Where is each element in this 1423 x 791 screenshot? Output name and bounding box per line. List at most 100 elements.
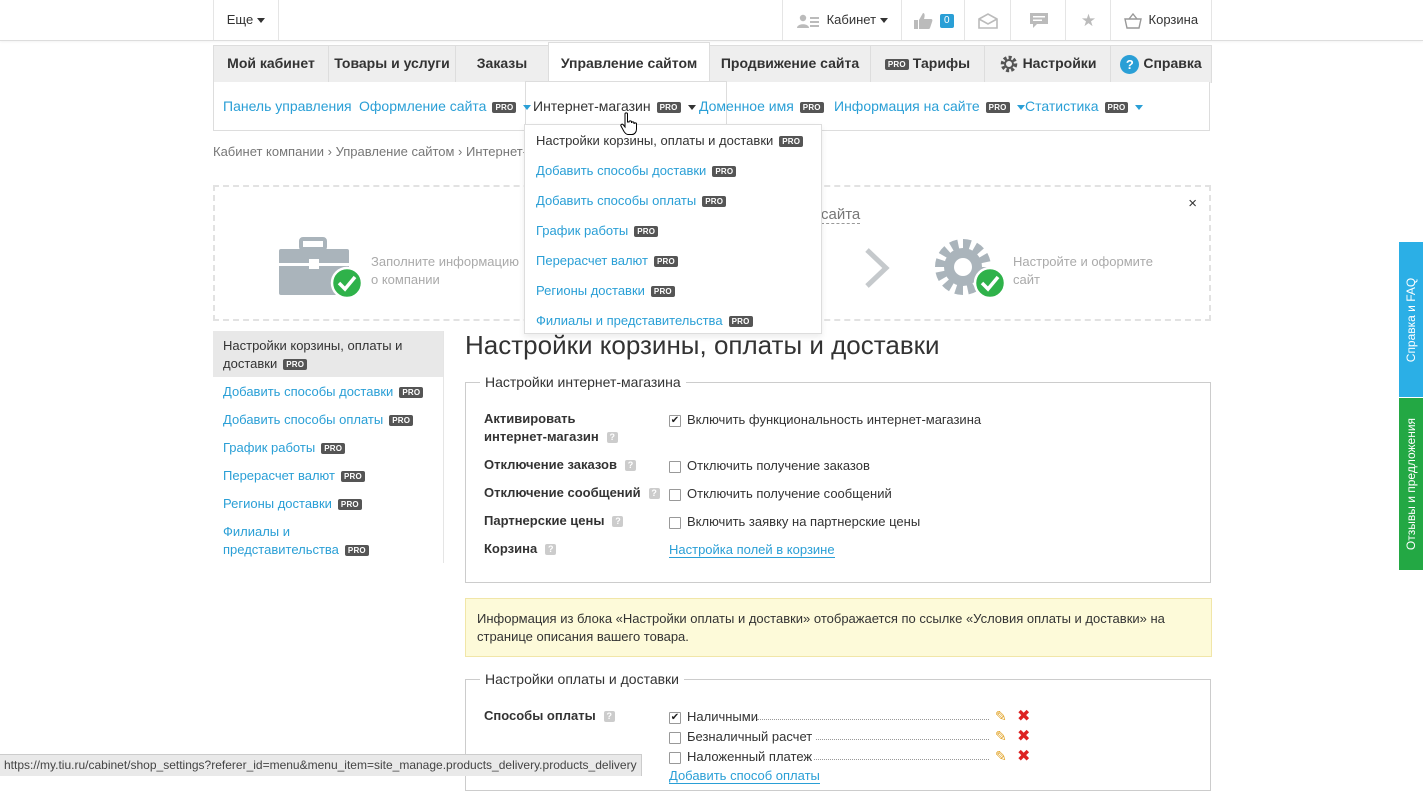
- cart-fields-link[interactable]: Настройка полей в корзине: [669, 542, 835, 558]
- edit-icon[interactable]: ✎: [995, 728, 1007, 745]
- breadcrumb[interactable]: Кабинет компании › Управление сайтом › И…: [213, 144, 536, 159]
- add-payment-link-text[interactable]: Добавить способ оплаты: [669, 768, 820, 784]
- subnav-label: Панель управления: [223, 98, 352, 114]
- cart-fields-link-text[interactable]: Настройка полей в корзине: [669, 542, 835, 558]
- partner-prices-option[interactable]: Включить заявку на партнерские цены: [669, 514, 920, 529]
- payment-method-row[interactable]: ✔ Наличными ✎ ✖: [669, 708, 1030, 725]
- sidebar-item-cart-settings[interactable]: Настройки корзины, оплаты и доставки PRO: [223, 337, 433, 373]
- checkbox[interactable]: [669, 488, 681, 501]
- checkbox[interactable]: [669, 751, 681, 764]
- help-icon[interactable]: ?: [545, 544, 557, 556]
- dropdown-item-add-delivery[interactable]: Добавить способы доставки PRO: [536, 163, 737, 178]
- more-menu-button[interactable]: Еще: [213, 0, 279, 40]
- subnav-online-store[interactable]: Интернет-магазин PRO: [533, 98, 696, 114]
- fieldset-legend: Настройки интернет-магазина: [480, 374, 686, 390]
- checkbox[interactable]: [669, 460, 681, 473]
- cart-button[interactable]: Корзина: [1110, 0, 1212, 40]
- subnav-site-info[interactable]: Информация на сайте PRO: [834, 98, 1025, 114]
- pro-badge: PRO: [799, 101, 824, 113]
- payment-method-row[interactable]: Наложенный платеж ✎ ✖: [669, 748, 1030, 765]
- dropdown-item-label: Регионы доставки: [536, 283, 645, 298]
- dropdown-item-schedule[interactable]: График работы PRO: [536, 223, 659, 238]
- tab-orders[interactable]: Заказы: [456, 46, 549, 83]
- likes-button[interactable]: 0: [901, 0, 965, 40]
- help-icon[interactable]: ?: [624, 460, 636, 472]
- help-icon[interactable]: ?: [612, 516, 624, 528]
- feedback-side-tab[interactable]: Отзывы и предложения: [1399, 398, 1423, 570]
- dropdown-item-regions[interactable]: Регионы доставки PRO: [536, 283, 675, 298]
- dropdown-item-cart-settings[interactable]: Настройки корзины, оплаты и доставки PRO: [536, 133, 804, 148]
- tab-label: Мой кабинет: [227, 55, 315, 71]
- checkbox-checked[interactable]: ✔: [669, 414, 681, 427]
- main-tabs: Мой кабинет Товары и услуги Заказы Управ…: [213, 42, 1212, 85]
- help-icon[interactable]: ?: [648, 488, 660, 500]
- mail-button[interactable]: [964, 0, 1011, 40]
- disable-orders-option[interactable]: Отключить получение заказов: [669, 458, 870, 473]
- sidebar-item-add-delivery[interactable]: Добавить способы доставки PRO: [223, 383, 433, 401]
- setting-label-text: Корзина: [484, 541, 538, 556]
- tab-tariffs[interactable]: PRO Тарифы: [871, 46, 985, 83]
- setting-label-text: Отключение заказов: [484, 457, 617, 472]
- sidebar-item-regions[interactable]: Регионы доставки PRO: [223, 495, 433, 513]
- favorites-button[interactable]: ★: [1065, 0, 1111, 40]
- step-company-info[interactable]: Заполните информацию о компании: [371, 253, 521, 289]
- pro-badge: PRO: [340, 471, 365, 483]
- dropdown-item-label: Добавить способы доставки: [536, 163, 707, 178]
- subnav-label: Информация на сайте: [834, 98, 980, 114]
- more-menu-label: Еще: [226, 12, 254, 27]
- tab-help[interactable]: ? Справка: [1111, 46, 1211, 83]
- banner-title[interactable]: сайта: [821, 206, 861, 224]
- user-icon: [796, 14, 819, 28]
- pro-badge: PRO: [985, 101, 1010, 113]
- option-text: Включить функциональность интернет-магаз…: [687, 412, 982, 427]
- edit-icon[interactable]: ✎: [995, 708, 1007, 725]
- sidebar-item-label: График работы: [223, 440, 316, 455]
- cabinet-menu-button[interactable]: Кабинет: [782, 0, 902, 40]
- subnav-statistics[interactable]: Статистика PRO: [1025, 98, 1144, 114]
- envelope-icon: [978, 12, 998, 29]
- chevron-down-icon: [1016, 104, 1025, 110]
- delete-icon[interactable]: ✖: [1017, 746, 1030, 766]
- delete-icon[interactable]: ✖: [1017, 706, 1030, 726]
- edit-icon[interactable]: ✎: [995, 748, 1007, 765]
- help-faq-side-tab[interactable]: Справка и FAQ: [1399, 242, 1423, 397]
- browser-status-bar: https://my.tiu.ru/cabinet/shop_settings?…: [0, 754, 642, 776]
- subnav-domain[interactable]: Доменное имя PRO: [699, 98, 824, 114]
- checkbox[interactable]: [669, 731, 681, 744]
- help-icon[interactable]: ?: [603, 711, 615, 723]
- pro-badge: PRO: [653, 256, 678, 268]
- payment-method-row[interactable]: Безналичный расчет ✎ ✖: [669, 728, 1030, 745]
- checkbox[interactable]: [669, 516, 681, 529]
- tab-site-management[interactable]: Управление сайтом: [548, 42, 710, 85]
- dropdown-item-add-payment[interactable]: Добавить способы оплаты PRO: [536, 193, 727, 208]
- setting-label: Отключение заказов?: [484, 456, 636, 474]
- sidebar-item-branches[interactable]: Филиалы и представительства PRO: [223, 523, 373, 559]
- dotted-leader: [757, 719, 989, 720]
- dotted-leader: [814, 759, 989, 760]
- dropdown-item-currency[interactable]: Перерасчет валют PRO: [536, 253, 678, 268]
- disable-messages-option[interactable]: Отключить получение сообщений: [669, 486, 892, 501]
- sidebar-item-currency[interactable]: Перерасчет валют PRO: [223, 467, 433, 485]
- messages-button[interactable]: [1010, 0, 1066, 40]
- tab-label: Справка: [1143, 55, 1202, 71]
- cart-label: Корзина: [1148, 12, 1199, 27]
- dropdown-item-branches[interactable]: Филиалы и представительства PRO: [536, 313, 753, 328]
- dropdown-item-label: Филиалы и представительства: [536, 313, 723, 328]
- tab-products[interactable]: Товары и услуги: [329, 46, 456, 83]
- checkbox-checked[interactable]: ✔: [669, 711, 681, 724]
- subnav-site-design[interactable]: Оформление сайта PRO: [359, 98, 532, 114]
- pro-badge: PRO: [492, 101, 517, 113]
- close-icon[interactable]: ×: [1188, 195, 1197, 212]
- sidebar-item-schedule[interactable]: График работы PRO: [223, 439, 433, 457]
- tab-site-promotion[interactable]: Продвижение сайта: [710, 46, 871, 83]
- add-payment-link[interactable]: Добавить способ оплаты: [669, 768, 820, 784]
- tab-settings[interactable]: Настройки: [985, 46, 1111, 83]
- subnav-control-panel[interactable]: Панель управления: [223, 98, 352, 114]
- sidebar-item-add-payment[interactable]: Добавить способы оплаты PRO: [223, 411, 433, 429]
- delete-icon[interactable]: ✖: [1017, 726, 1030, 746]
- tab-my-cabinet[interactable]: Мой кабинет: [214, 46, 329, 83]
- help-icon[interactable]: ?: [606, 432, 618, 444]
- step-site-design[interactable]: Настройте и оформите сайт: [1013, 253, 1173, 289]
- activate-store-option[interactable]: ✔ Включить функциональность интернет-мага…: [669, 412, 981, 427]
- option-text: Отключить получение сообщений: [687, 486, 892, 501]
